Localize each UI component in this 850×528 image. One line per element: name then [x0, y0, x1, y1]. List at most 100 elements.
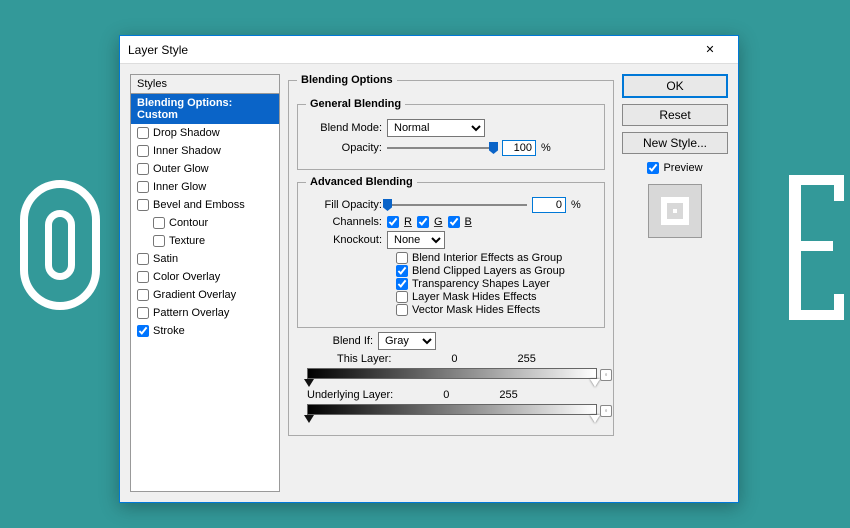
general-blending-legend: General Blending: [306, 98, 405, 110]
style-item-inner-glow[interactable]: Inner Glow: [131, 178, 279, 196]
style-item-label: Color Overlay: [153, 271, 220, 283]
adv-option-label: Transparency Shapes Layer: [412, 278, 550, 290]
blending-options-legend: Blending Options: [297, 74, 397, 86]
styles-header[interactable]: Styles: [131, 75, 279, 94]
opacity-slider[interactable]: [387, 147, 497, 149]
preview-swatch-inner: [661, 197, 689, 225]
style-item-outer-glow[interactable]: Outer Glow: [131, 160, 279, 178]
preview-label: Preview: [663, 162, 702, 174]
this-layer-black-stop[interactable]: [304, 379, 314, 387]
style-item-pattern-overlay[interactable]: Pattern Overlay: [131, 304, 279, 322]
style-item-label: Satin: [153, 253, 178, 265]
this-layer-max: 255: [518, 353, 536, 365]
fill-opacity-label: Fill Opacity:: [306, 199, 382, 211]
style-item-color-overlay[interactable]: Color Overlay: [131, 268, 279, 286]
opacity-input[interactable]: [502, 140, 536, 156]
adv-option-label: Blend Interior Effects as Group: [412, 252, 562, 264]
blend-if-label: Blend If:: [297, 335, 373, 347]
style-checkbox[interactable]: [137, 145, 149, 157]
background-letter-o: [20, 180, 100, 310]
style-item-label: Bevel and Emboss: [153, 199, 245, 211]
style-checkbox[interactable]: [137, 127, 149, 139]
style-checkbox[interactable]: [137, 307, 149, 319]
knockout-label: Knockout:: [306, 234, 382, 246]
close-icon: ✕: [705, 43, 714, 56]
knockout-select[interactable]: None: [387, 231, 445, 249]
style-checkbox[interactable]: [137, 181, 149, 193]
adv-option-checkbox[interactable]: [396, 304, 408, 316]
opacity-pct: %: [541, 142, 551, 154]
reset-button[interactable]: Reset: [622, 104, 728, 126]
preview-checkbox[interactable]: [647, 162, 659, 174]
background-letter-e: [789, 175, 844, 320]
styles-panel: Styles Blending Options: Custom Drop Shad…: [130, 74, 280, 492]
blend-if-select[interactable]: Gray: [378, 332, 436, 350]
style-item-label: Contour: [169, 217, 208, 229]
underlying-split-icon[interactable]: ◦: [600, 405, 612, 417]
advanced-blending-group: Advanced Blending Fill Opacity: % Channe…: [297, 176, 605, 328]
style-item-label: Gradient Overlay: [153, 289, 236, 301]
adv-option-row: Blend Interior Effects as Group: [396, 252, 596, 264]
style-item-label: Inner Shadow: [153, 145, 221, 157]
titlebar[interactable]: Layer Style ✕: [120, 36, 738, 64]
new-style-button[interactable]: New Style...: [622, 132, 728, 154]
style-checkbox[interactable]: [137, 289, 149, 301]
style-checkbox[interactable]: [137, 325, 149, 337]
fill-opacity-slider[interactable]: [387, 204, 527, 206]
this-layer-white-stop[interactable]: [590, 379, 600, 387]
adv-option-label: Blend Clipped Layers as Group: [412, 265, 565, 277]
style-checkbox[interactable]: [137, 253, 149, 265]
blending-options-group: Blending Options General Blending Blend …: [288, 74, 614, 436]
this-layer-split-icon[interactable]: ◦: [600, 369, 612, 381]
style-item-gradient-overlay[interactable]: Gradient Overlay: [131, 286, 279, 304]
close-button[interactable]: ✕: [690, 38, 730, 62]
style-item-label: Texture: [169, 235, 205, 247]
style-item-stroke[interactable]: Stroke: [131, 322, 279, 340]
this-layer-gradient[interactable]: ◦: [307, 368, 597, 379]
adv-option-checkbox[interactable]: [396, 265, 408, 277]
channel-r-checkbox[interactable]: [387, 216, 399, 228]
style-checkbox[interactable]: [137, 199, 149, 211]
style-item-satin[interactable]: Satin: [131, 250, 279, 268]
blend-if-section: Blend If: Gray This Layer: 0 255 ◦: [297, 332, 605, 415]
style-checkbox[interactable]: [137, 163, 149, 175]
adv-option-checkbox[interactable]: [396, 278, 408, 290]
style-item-inner-shadow[interactable]: Inner Shadow: [131, 142, 279, 160]
blend-mode-select[interactable]: Normal: [387, 119, 485, 137]
style-item-label: Outer Glow: [153, 163, 209, 175]
style-checkbox[interactable]: [153, 217, 165, 229]
fill-opacity-input[interactable]: [532, 197, 566, 213]
channel-g-checkbox[interactable]: [417, 216, 429, 228]
underlying-gradient[interactable]: ◦: [307, 404, 597, 415]
layer-style-dialog: Layer Style ✕ Styles Blending Options: C…: [119, 35, 739, 503]
channel-b-checkbox[interactable]: [448, 216, 460, 228]
style-checkbox[interactable]: [153, 235, 165, 247]
style-item-bevel-and-emboss[interactable]: Bevel and Emboss: [131, 196, 279, 214]
ok-button[interactable]: OK: [622, 74, 728, 98]
underlying-white-stop[interactable]: [590, 415, 600, 423]
style-item-contour[interactable]: Contour: [131, 214, 279, 232]
style-item-texture[interactable]: Texture: [131, 232, 279, 250]
adv-option-label: Vector Mask Hides Effects: [412, 304, 540, 316]
style-checkbox[interactable]: [137, 271, 149, 283]
style-item-drop-shadow[interactable]: Drop Shadow: [131, 124, 279, 142]
underlying-black-stop[interactable]: [304, 415, 314, 423]
adv-option-checkbox[interactable]: [396, 291, 408, 303]
adv-option-row: Layer Mask Hides Effects: [396, 291, 596, 303]
preview-swatch: [648, 184, 702, 238]
channel-b-label: B: [465, 216, 472, 228]
style-item-label: Stroke: [153, 325, 185, 337]
general-blending-group: General Blending Blend Mode: Normal Opac…: [297, 98, 605, 170]
blend-mode-label: Blend Mode:: [306, 122, 382, 134]
channels-label: Channels:: [306, 216, 382, 228]
adv-option-row: Vector Mask Hides Effects: [396, 304, 596, 316]
opacity-slider-thumb[interactable]: [489, 142, 498, 154]
fill-opacity-slider-thumb[interactable]: [383, 199, 392, 211]
style-item-blending-options-custom[interactable]: Blending Options: Custom: [131, 94, 279, 124]
adv-option-checkbox[interactable]: [396, 252, 408, 264]
adv-option-row: Blend Clipped Layers as Group: [396, 265, 596, 277]
advanced-blending-legend: Advanced Blending: [306, 176, 417, 188]
dialog-title: Layer Style: [128, 43, 690, 57]
style-item-label: Drop Shadow: [153, 127, 220, 139]
adv-option-label: Layer Mask Hides Effects: [412, 291, 537, 303]
